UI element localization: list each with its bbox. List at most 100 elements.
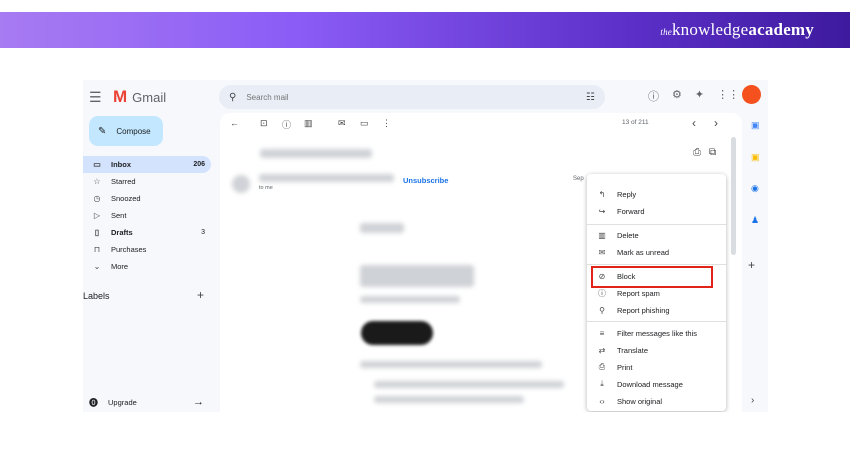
message-toolbar: ← ⊡ ⓘ ▥ ✉ ▭ ⋮ 13 of 211 ‹ › bbox=[220, 113, 742, 135]
chevron-left-icon[interactable]: ‹ bbox=[692, 116, 696, 130]
search-bar[interactable]: ⚲ ☷ bbox=[219, 85, 605, 109]
body-blurred bbox=[374, 381, 564, 388]
labels-heading: Labels bbox=[83, 291, 110, 301]
move-to-icon[interactable]: ▭ bbox=[360, 118, 369, 129]
menu-item-label: Forward bbox=[617, 206, 645, 216]
sidebar-item-more[interactable]: ⌄ More bbox=[83, 258, 211, 275]
spam-icon: ⓘ bbox=[598, 288, 606, 298]
keep-icon[interactable]: ▣ bbox=[751, 152, 760, 163]
menu-item-label: Delete bbox=[617, 230, 639, 240]
show-side-panel-icon[interactable]: › bbox=[751, 395, 754, 406]
search-options-icon[interactable]: ☷ bbox=[586, 92, 595, 103]
settings-icon[interactable]: ⚙ bbox=[672, 88, 682, 104]
top-bar: ☰ M Gmail ⚲ ☷ ⓘ ⚙ ✦ ⋮⋮ bbox=[83, 80, 768, 116]
purchases-icon: ⊓ bbox=[93, 245, 101, 254]
menu-item-mark-unread[interactable]: ✉ Mark as unread bbox=[587, 244, 726, 260]
menu-item-label: Block bbox=[617, 271, 636, 281]
back-icon[interactable]: ← bbox=[230, 118, 239, 128]
menu-item-label: Report phishing bbox=[617, 305, 670, 315]
search-input[interactable] bbox=[246, 92, 577, 102]
menu-divider bbox=[587, 264, 726, 265]
upgrade-button[interactable]: ⓿ Upgrade → bbox=[83, 394, 208, 410]
main-menu-icon[interactable]: ☰ bbox=[89, 89, 102, 106]
tasks-icon[interactable]: ◉ bbox=[751, 183, 759, 194]
chevron-right-icon[interactable]: › bbox=[714, 116, 718, 130]
scrollbar[interactable] bbox=[731, 137, 736, 255]
menu-item-download[interactable]: ⤓ Download message bbox=[587, 376, 726, 392]
menu-item-reply[interactable]: ↰ Reply bbox=[587, 186, 726, 202]
brand-banner: theknowledgeacademy bbox=[0, 12, 850, 48]
body-blurred bbox=[374, 396, 524, 403]
body-blurred bbox=[360, 361, 542, 368]
message-more-menu: ↰ Reply ↪ Forward ▥ Delete ✉ Mark as unr… bbox=[587, 174, 726, 411]
filter-icon: ≡ bbox=[599, 328, 605, 338]
delete-icon[interactable]: ▥ bbox=[304, 118, 313, 129]
sidebar-item-purchases[interactable]: ⊓ Purchases bbox=[83, 241, 211, 258]
sidebar-item-label: Snoozed bbox=[111, 194, 141, 203]
reply-icon: ↰ bbox=[598, 189, 606, 199]
archive-icon[interactable]: ⊡ bbox=[260, 118, 268, 129]
brand-prefix: the bbox=[660, 27, 672, 37]
sidebar-item-label: Sent bbox=[111, 211, 127, 220]
menu-item-delete[interactable]: ▥ Delete bbox=[587, 227, 726, 243]
calendar-icon[interactable]: ▣ bbox=[751, 120, 760, 131]
gmail-logo[interactable]: M Gmail bbox=[113, 87, 166, 107]
sender-blurred bbox=[259, 174, 394, 182]
code-icon: ‹› bbox=[599, 396, 605, 406]
mark-unread-icon[interactable]: ✉ bbox=[338, 118, 346, 129]
sidebar-item-inbox[interactable]: ▭ Inbox 206 bbox=[83, 156, 211, 173]
recipient-label[interactable]: to me bbox=[259, 185, 273, 191]
menu-item-label: Mark as unread bbox=[617, 247, 670, 257]
add-label-icon[interactable]: + bbox=[197, 288, 204, 302]
menu-item-label: Print bbox=[617, 362, 633, 372]
print-icon: ⎙ bbox=[598, 362, 606, 371]
pencil-icon: ✎ bbox=[98, 125, 107, 137]
pagination-text: 13 of 211 bbox=[622, 119, 649, 126]
menu-item-filter[interactable]: ≡ Filter messages like this bbox=[587, 325, 726, 341]
menu-item-show-original[interactable]: ‹› Show original bbox=[587, 393, 726, 409]
apps-icon[interactable]: ⋮⋮ bbox=[717, 88, 739, 104]
help-icon[interactable]: ⓘ bbox=[648, 88, 659, 104]
menu-divider bbox=[587, 321, 726, 322]
menu-item-label: Download message bbox=[617, 379, 683, 389]
message-date: Sep bbox=[573, 176, 584, 182]
sidebar-item-sent[interactable]: ▷ Sent bbox=[83, 207, 211, 224]
trash-icon: ▥ bbox=[598, 230, 606, 240]
search-icon[interactable]: ⚲ bbox=[229, 92, 236, 103]
contacts-icon[interactable]: ♟ bbox=[751, 215, 759, 226]
report-spam-icon[interactable]: ⓘ bbox=[282, 118, 291, 131]
menu-item-translate[interactable]: ⇄ Translate bbox=[587, 342, 726, 358]
sidebar-item-drafts[interactable]: ▯ Drafts 3 bbox=[83, 224, 211, 241]
open-new-window-icon[interactable]: ⧉ bbox=[709, 147, 716, 158]
menu-item-print[interactable]: ⎙ Print bbox=[587, 359, 726, 375]
sidebar-item-snoozed[interactable]: ◷ Snoozed bbox=[83, 190, 211, 207]
compose-button[interactable]: ✎ Compose bbox=[89, 116, 163, 146]
menu-item-label: Report spam bbox=[617, 288, 660, 298]
sidebar-item-label: More bbox=[111, 262, 129, 271]
clock-icon: ◷ bbox=[93, 194, 101, 203]
compose-label: Compose bbox=[116, 126, 151, 136]
menu-item-label: Show original bbox=[617, 396, 663, 406]
unsubscribe-link[interactable]: Unsubscribe bbox=[403, 176, 448, 185]
more-actions-icon[interactable]: ⋮ bbox=[382, 118, 391, 129]
avatar[interactable] bbox=[742, 85, 761, 104]
menu-item-block[interactable]: ⊘ Block bbox=[587, 268, 726, 284]
get-addons-icon[interactable]: + bbox=[748, 258, 755, 272]
cta-button-blurred bbox=[361, 321, 433, 345]
menu-item-report-spam[interactable]: ⓘ Report spam bbox=[587, 285, 726, 301]
subject-blurred bbox=[260, 149, 372, 158]
menu-item-forward[interactable]: ↪ Forward bbox=[587, 203, 726, 219]
draft-icon: ▯ bbox=[94, 228, 100, 237]
inbox-icon: ▭ bbox=[93, 160, 101, 169]
download-icon: ⤓ bbox=[600, 379, 604, 388]
upgrade-icon: ⓿ bbox=[89, 397, 99, 408]
menu-item-label: Translate bbox=[617, 345, 648, 355]
menu-divider bbox=[587, 224, 726, 225]
gemini-icon[interactable]: ✦ bbox=[695, 88, 704, 104]
print-all-icon[interactable]: ⎙ bbox=[693, 147, 701, 158]
subject-actions: ⎙ ⧉ bbox=[693, 147, 716, 158]
menu-item-report-phishing[interactable]: ⚲ Report phishing bbox=[587, 302, 726, 318]
gmail-m-icon: M bbox=[113, 87, 128, 106]
sidebar-item-starred[interactable]: ☆ Starred bbox=[83, 173, 211, 190]
sidebar-item-label: Purchases bbox=[111, 245, 147, 254]
